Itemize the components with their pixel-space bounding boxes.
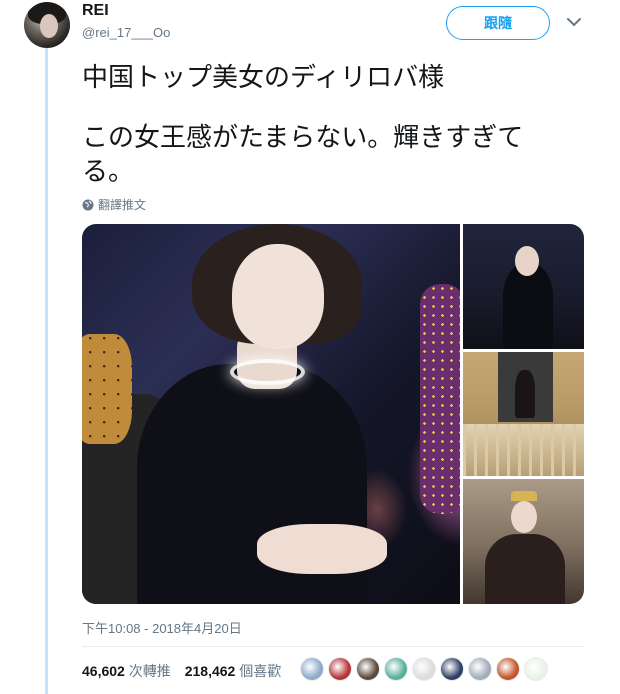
like-label: 個喜歡: [239, 663, 282, 679]
photo-side-3-figure: [485, 534, 565, 604]
liker-avatar-8[interactable]: [496, 657, 520, 681]
display-name[interactable]: REI: [82, 2, 109, 20]
avatar-face: [40, 14, 58, 38]
thread-line: [45, 48, 48, 694]
like-count: 218,462: [184, 663, 236, 679]
photo-main-hand: [257, 524, 387, 574]
liker-avatar-5[interactable]: [412, 657, 436, 681]
liker-avatar-6[interactable]: [440, 657, 464, 681]
like-stat[interactable]: 218,462 個喜歡: [185, 661, 282, 681]
tweet-text: 中国トップ美女のディリロバ様 この女王感がたまらない。輝きすぎて る。: [82, 60, 582, 188]
photo-main-sequin-dress: [420, 284, 460, 514]
translate-label: 翻譯推文: [98, 198, 147, 212]
liker-avatar-3[interactable]: [356, 657, 380, 681]
globe-icon: [82, 199, 94, 210]
tweet-line-3: る。: [82, 156, 135, 186]
retweet-count: 46,602: [82, 663, 125, 679]
photo-side-2[interactable]: [463, 352, 584, 476]
photo-side-1[interactable]: [463, 224, 584, 349]
photo-side-3-face: [511, 501, 537, 533]
retweet-stat[interactable]: 46,602 次轉推: [82, 661, 171, 681]
chevron-down-icon[interactable]: [566, 16, 582, 28]
photo-side-3-crown: [511, 491, 537, 501]
tweet-line-2: この女王感がたまらない。輝きすぎて: [82, 122, 524, 152]
photo-main[interactable]: [82, 224, 460, 604]
photo-side-1-face: [515, 246, 539, 276]
retweet-label: 次轉推: [128, 663, 171, 679]
tweet-line-gap: [82, 94, 582, 120]
tweet-line-1: 中国トップ美女のディリロバ様: [82, 62, 445, 92]
photo-side-3[interactable]: [463, 479, 584, 604]
translate-link[interactable]: 翻譯推文: [82, 196, 146, 213]
liker-avatar-2[interactable]: [328, 657, 352, 681]
photo-main-necklace: [230, 359, 305, 385]
photo-side-2-balcony: [463, 424, 584, 476]
avatar[interactable]: [24, 2, 70, 48]
photo-main-leopard-print: [82, 334, 132, 444]
liker-avatar-1[interactable]: [300, 657, 324, 681]
liker-avatar-4[interactable]: [384, 657, 408, 681]
liker-avatars: [300, 657, 548, 681]
media-grid: [82, 224, 584, 604]
tweet-stats: 46,602 次轉推 218,462 個喜歡: [82, 661, 281, 681]
liker-avatar-9[interactable]: [524, 657, 548, 681]
divider: [82, 646, 584, 647]
photo-side-1-figure: [503, 264, 553, 349]
follow-button[interactable]: 跟隨: [446, 6, 550, 40]
photo-side-2-figure: [515, 370, 535, 418]
photo-main-face: [232, 244, 324, 349]
liker-avatar-7[interactable]: [468, 657, 492, 681]
user-handle[interactable]: @rei_17___Oo: [82, 25, 170, 40]
tweet-timestamp[interactable]: 下午10:08 - 2018年4月20日: [82, 618, 242, 637]
